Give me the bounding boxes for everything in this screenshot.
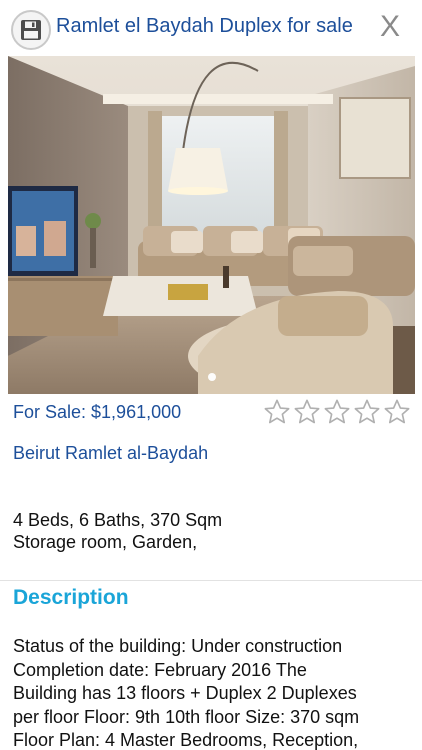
gallery-dot-active[interactable]: [207, 373, 216, 381]
floppy-disk-icon: [21, 20, 41, 40]
living-room-image: [8, 56, 415, 394]
description-heading: Description: [13, 586, 129, 609]
close-button[interactable]: X: [380, 10, 400, 44]
description-line: Completion date: February 2016 The: [13, 659, 307, 680]
header-bar: Ramlet el Baydah Duplex for sale X: [0, 0, 422, 56]
description-line: Floor Plan: 4 Master Bedrooms, Reception…: [13, 730, 359, 750]
gallery-page-indicator[interactable]: [8, 368, 415, 386]
description-line: per floor Floor: 9th 10th floor Size: 37…: [13, 706, 360, 727]
description-line: Building has 13 floors + Duplex 2 Duplex…: [13, 683, 357, 703]
rating-stars[interactable]: [263, 398, 411, 426]
star-outline-icon[interactable]: [353, 398, 381, 426]
listing-photo[interactable]: [8, 56, 415, 394]
star-outline-icon[interactable]: [293, 398, 321, 426]
description-line: Status of the building: Under constructi…: [13, 636, 343, 656]
listing-features: 4 Beds, 6 Baths, 370 Sqm Storage room, G…: [13, 509, 222, 553]
star-outline-icon[interactable]: [263, 398, 291, 426]
description-text: Status of the building: Under constructi…: [13, 635, 418, 750]
star-outline-icon[interactable]: [383, 398, 411, 426]
star-outline-icon[interactable]: [323, 398, 351, 426]
listing-location[interactable]: Beirut Ramlet al-Baydah: [13, 443, 208, 464]
page-title: Ramlet el Baydah Duplex for sale: [56, 15, 353, 37]
section-divider: [0, 580, 422, 581]
listing-price: For Sale: $1,961,000: [13, 402, 182, 422]
features-summary: 4 Beds, 6 Baths, 370 Sqm: [13, 510, 223, 530]
save-button[interactable]: [11, 10, 51, 50]
features-extras: Storage room, Garden,: [13, 532, 198, 552]
